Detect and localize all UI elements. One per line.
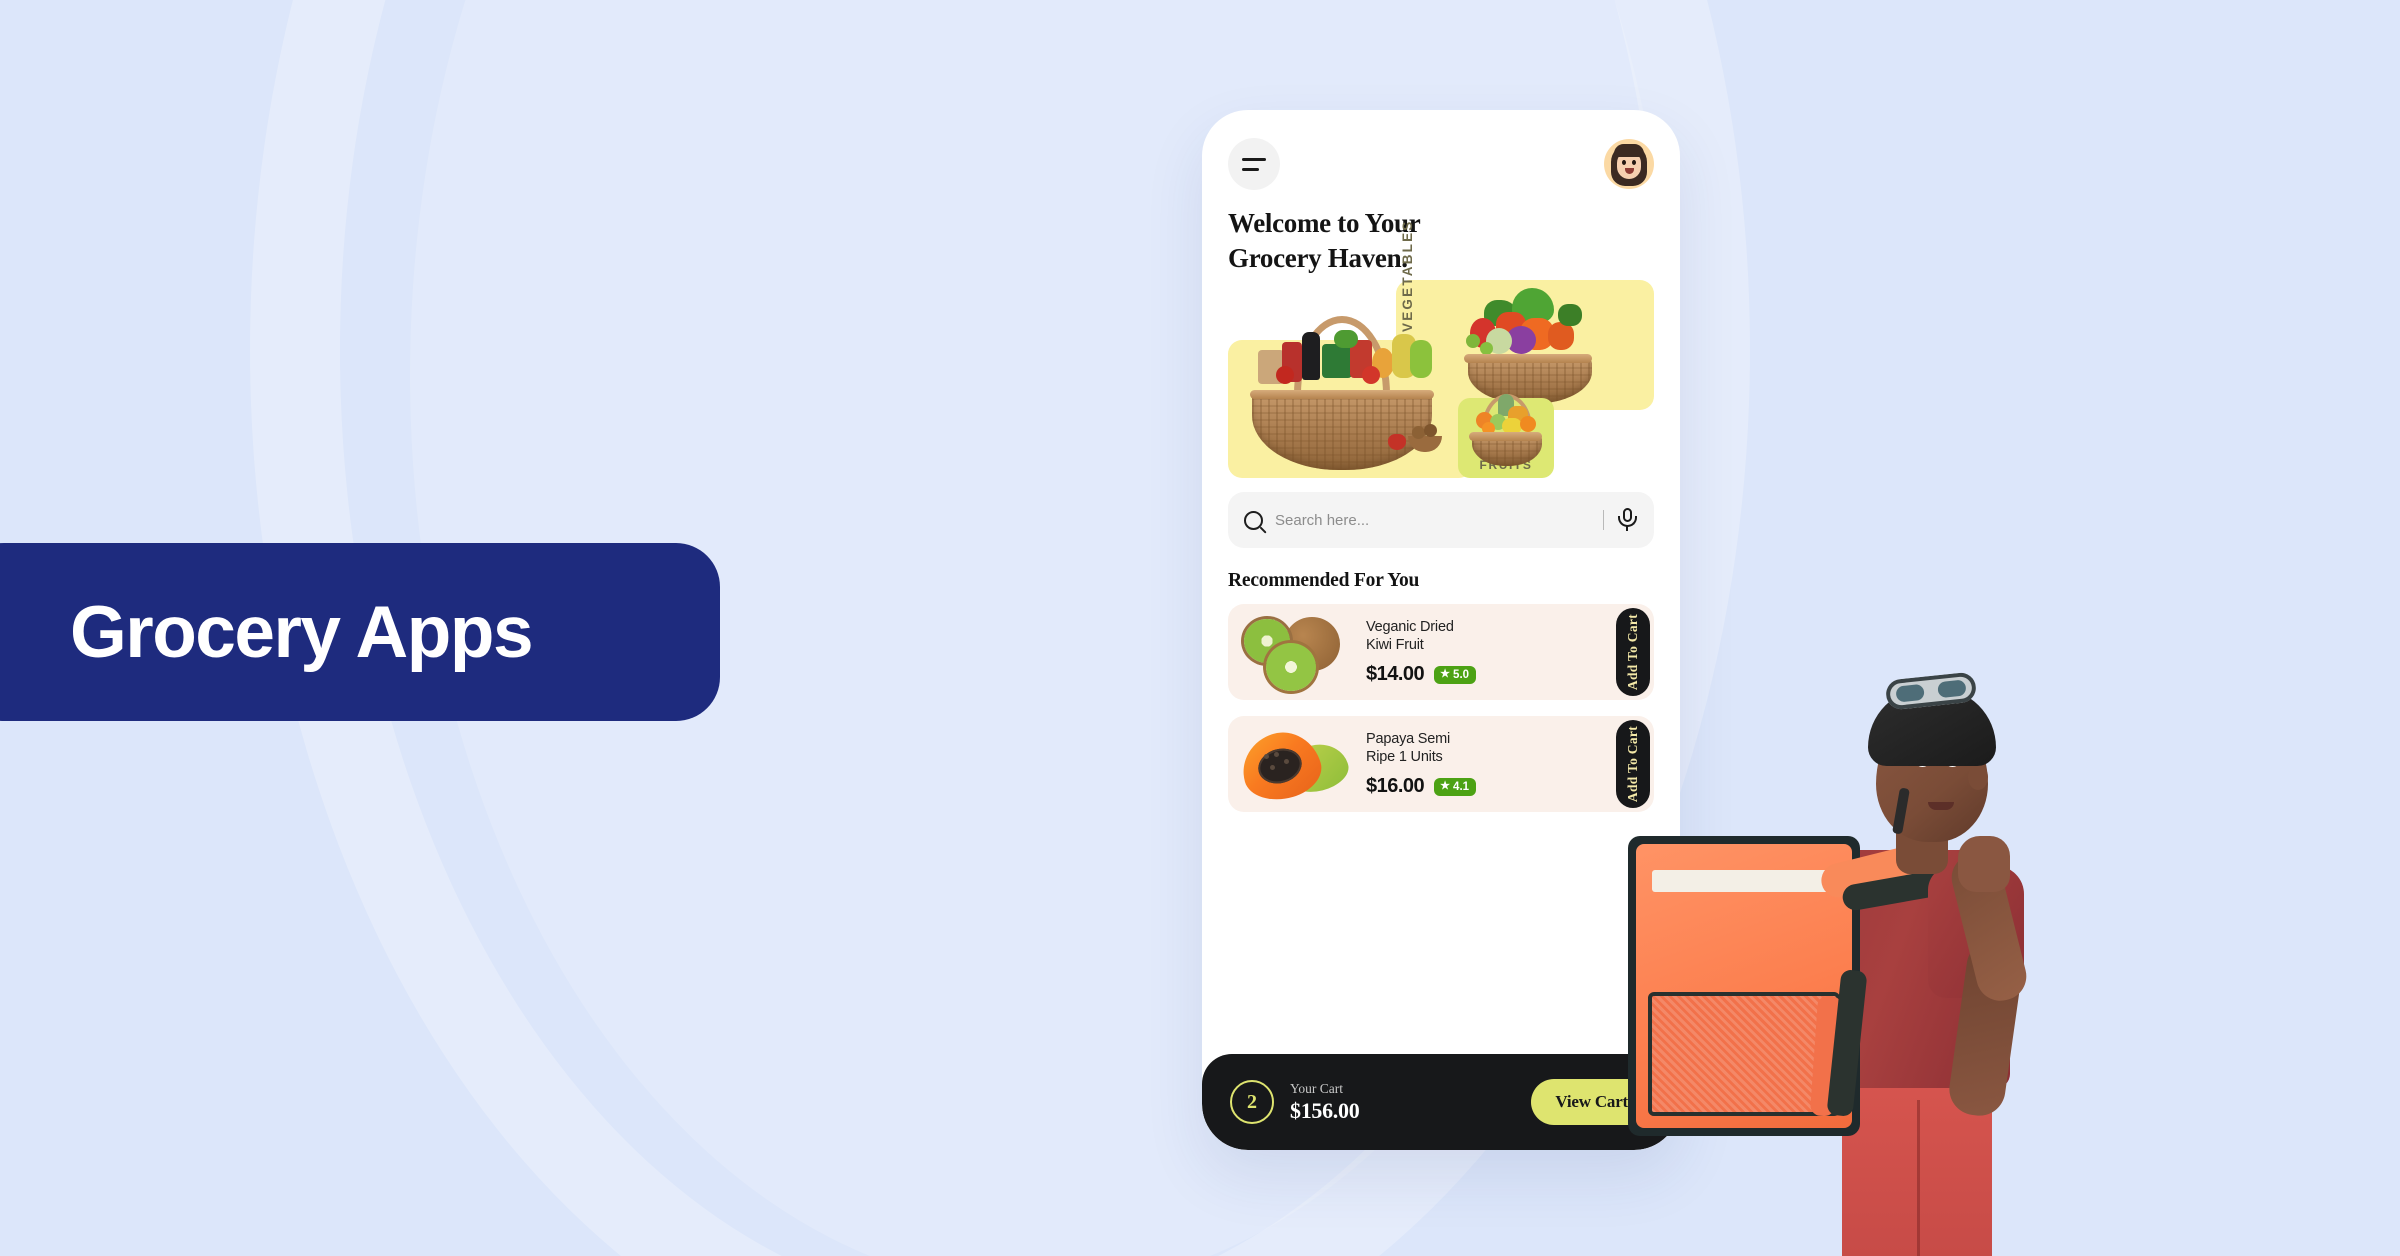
product-price-row: $16.00 ★ 4.1 — [1366, 775, 1477, 798]
hamburger-menu-icon[interactable] — [1228, 138, 1280, 190]
star-icon: ★ — [1440, 780, 1451, 793]
cart-item-count: 2 — [1230, 1080, 1274, 1124]
rating-value: 5.0 — [1453, 668, 1470, 681]
search-input[interactable] — [1275, 511, 1591, 529]
grocery-apps-banner: Grocery Apps — [0, 543, 720, 721]
fruit-basket-image — [1460, 392, 1554, 467]
papaya-image — [1234, 721, 1360, 809]
hero-category-grid: VEGETABLES FRUITS — [1228, 220, 1654, 479]
app-header — [1202, 110, 1680, 190]
kiwi-fruit-image — [1238, 609, 1360, 695]
cart-total: $156.00 — [1290, 1097, 1360, 1123]
phone-mockup: Welcome to Your Grocery Haven. VEGETABLE… — [1202, 110, 1680, 1150]
microphone-icon[interactable] — [1616, 508, 1638, 532]
page-title: Welcome to Your Grocery Haven. — [1228, 206, 1654, 276]
hero-title-line-2: Grocery Haven. — [1228, 243, 1408, 274]
cart-label: Your Cart — [1290, 1080, 1344, 1096]
vegetables-label: VEGETABLES — [1400, 219, 1415, 333]
product-info: Papaya Semi Ripe 1 Units $16.00 ★ 4.1 — [1360, 730, 1477, 798]
product-name-line-1: Papaya Semi — [1366, 731, 1451, 748]
search-section — [1202, 478, 1680, 549]
product-name-line-1: Veganic Dried — [1366, 619, 1454, 636]
search-divider — [1602, 510, 1604, 531]
search-icon — [1244, 510, 1263, 530]
hero-section: Welcome to Your Grocery Haven. VEGETABLE… — [1202, 190, 1680, 479]
product-name-line-2: Ripe 1 Units — [1366, 749, 1443, 766]
delivery-courier-photo — [1628, 640, 2108, 1256]
product-card[interactable]: Veganic Dried Kiwi Fruit $14.00 ★ 5.0 Ad… — [1228, 604, 1654, 701]
grocery-basket-image — [1242, 310, 1442, 471]
cart-bottom-bar: 2 Your Cart $156.00 View Cart — [1202, 1054, 1680, 1150]
rating-value: 4.1 — [1453, 780, 1470, 793]
hero-title-line-1: Welcome to Your — [1228, 208, 1421, 238]
product-price-row: $14.00 ★ 5.0 — [1366, 663, 1477, 686]
star-icon: ★ — [1440, 668, 1451, 681]
product-price: $14.00 — [1366, 663, 1425, 686]
cart-summary: Your Cart $156.00 — [1290, 1081, 1515, 1124]
product-name-line-2: Kiwi Fruit — [1366, 637, 1424, 654]
product-name: Veganic Dried Kiwi Fruit — [1366, 618, 1476, 654]
status-badge-rating: ★ 4.1 — [1434, 777, 1477, 796]
product-price: $16.00 — [1366, 775, 1425, 798]
user-avatar[interactable] — [1604, 139, 1654, 189]
recommended-section-title: Recommended For You — [1228, 570, 1420, 592]
product-name: Papaya Semi Ripe 1 Units — [1366, 730, 1476, 766]
search-bar[interactable] — [1228, 492, 1654, 549]
vegetable-basket-image — [1450, 282, 1610, 405]
recommended-product-list: Veganic Dried Kiwi Fruit $14.00 ★ 5.0 Ad… — [1202, 592, 1680, 813]
status-badge-rating: ★ 5.0 — [1434, 665, 1477, 684]
product-card[interactable]: Papaya Semi Ripe 1 Units $16.00 ★ 4.1 Ad… — [1228, 716, 1654, 813]
banner-label: Grocery Apps — [70, 591, 534, 673]
product-info: Veganic Dried Kiwi Fruit $14.00 ★ 5.0 — [1360, 618, 1477, 686]
